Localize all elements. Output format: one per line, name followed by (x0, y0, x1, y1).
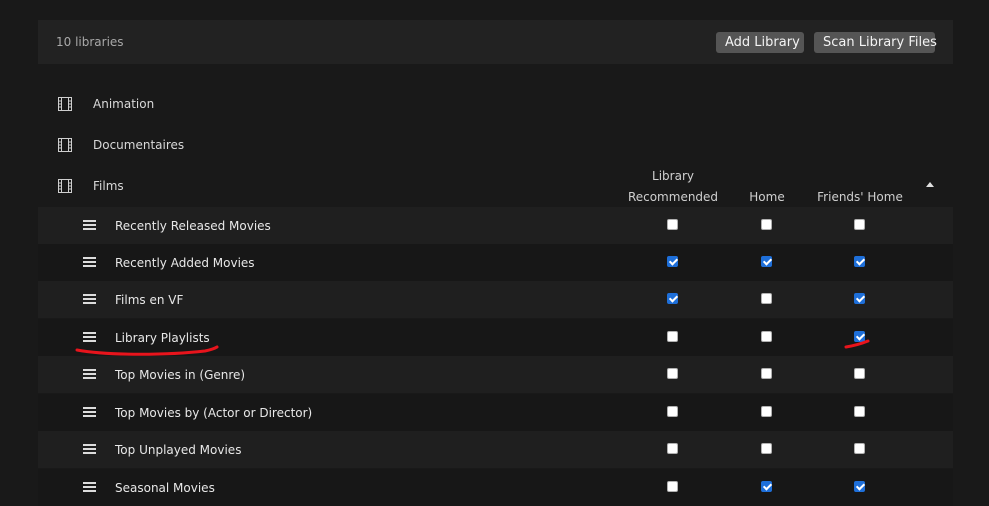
library-label: Animation (93, 97, 155, 111)
library-recommended-checkbox[interactable] (667, 406, 678, 417)
hub-label: Top Unplayed Movies (115, 443, 242, 457)
home-checkbox[interactable] (761, 368, 772, 379)
hub-label: Top Movies by (Actor or Director) (115, 406, 313, 420)
scan-library-files-button[interactable]: Scan Library Files (814, 32, 937, 53)
hub-row[interactable]: Recently Added Movies (38, 244, 953, 281)
library-label: Films (93, 179, 124, 193)
film-icon (58, 179, 72, 193)
hub-label: Top Movies in (Genre) (115, 368, 246, 382)
home-checkbox[interactable] (761, 481, 772, 492)
add-library-button[interactable]: Add Library (716, 32, 804, 53)
drag-handle-icon[interactable] (83, 257, 96, 267)
home-checkbox[interactable] (761, 331, 772, 342)
hub-label: Recently Added Movies (115, 256, 255, 270)
library-recommended-checkbox[interactable] (667, 331, 678, 342)
library-recommended-checkbox[interactable] (667, 368, 678, 379)
home-checkbox[interactable] (761, 219, 772, 230)
friends-home-checkbox[interactable] (854, 256, 865, 267)
library-recommended-checkbox[interactable] (667, 219, 678, 230)
friends-home-checkbox[interactable] (854, 293, 865, 304)
hub-label: Films en VF (115, 293, 184, 307)
library-recommended-checkbox[interactable] (667, 481, 678, 492)
library-header-bar: 10 libraries Add Library Scan Library Fi… (38, 20, 953, 64)
friends-home-checkbox[interactable] (854, 331, 865, 342)
sort-up-icon[interactable] (926, 182, 934, 187)
drag-handle-icon[interactable] (83, 294, 96, 304)
column-header-home: Home (749, 190, 785, 204)
drag-handle-icon[interactable] (83, 482, 96, 492)
hub-label: Library Playlists (115, 331, 210, 345)
home-checkbox[interactable] (761, 443, 772, 454)
column-header-recommended: Recommended (627, 190, 719, 204)
home-checkbox[interactable] (761, 256, 772, 267)
friends-home-checkbox[interactable] (854, 443, 865, 454)
hub-label: Seasonal Movies (115, 481, 215, 495)
hub-row[interactable]: Films en VF (38, 281, 953, 318)
home-checkbox[interactable] (761, 406, 772, 417)
home-checkbox[interactable] (761, 293, 772, 304)
drag-handle-icon[interactable] (83, 220, 96, 230)
library-label: Documentaires (93, 138, 185, 152)
film-icon (58, 138, 72, 152)
hub-row[interactable]: Top Unplayed Movies (38, 431, 953, 468)
drag-handle-icon[interactable] (83, 444, 96, 454)
drag-handle-icon[interactable] (83, 369, 96, 379)
friends-home-checkbox[interactable] (854, 368, 865, 379)
friends-home-checkbox[interactable] (854, 481, 865, 492)
hub-row[interactable]: Top Movies in (Genre) (38, 356, 953, 393)
film-icon (58, 97, 72, 111)
library-recommended-checkbox[interactable] (667, 293, 678, 304)
hub-row[interactable]: Library Playlists (38, 319, 953, 356)
library-count: 10 libraries (56, 35, 124, 49)
friends-home-checkbox[interactable] (854, 406, 865, 417)
library-recommended-checkbox[interactable] (667, 256, 678, 267)
column-header-library-line1: Library (652, 169, 694, 183)
hub-row[interactable]: Top Movies by (Actor or Director) (38, 394, 953, 431)
hub-row[interactable]: Seasonal Movies (38, 469, 953, 506)
hub-label: Recently Released Movies (115, 219, 271, 233)
friends-home-checkbox[interactable] (854, 219, 865, 230)
library-recommended-checkbox[interactable] (667, 443, 678, 454)
drag-handle-icon[interactable] (83, 332, 96, 342)
column-header-friends-home: Friends' Home (817, 190, 903, 204)
drag-handle-icon[interactable] (83, 407, 96, 417)
hub-row[interactable]: Recently Released Movies (38, 207, 953, 244)
